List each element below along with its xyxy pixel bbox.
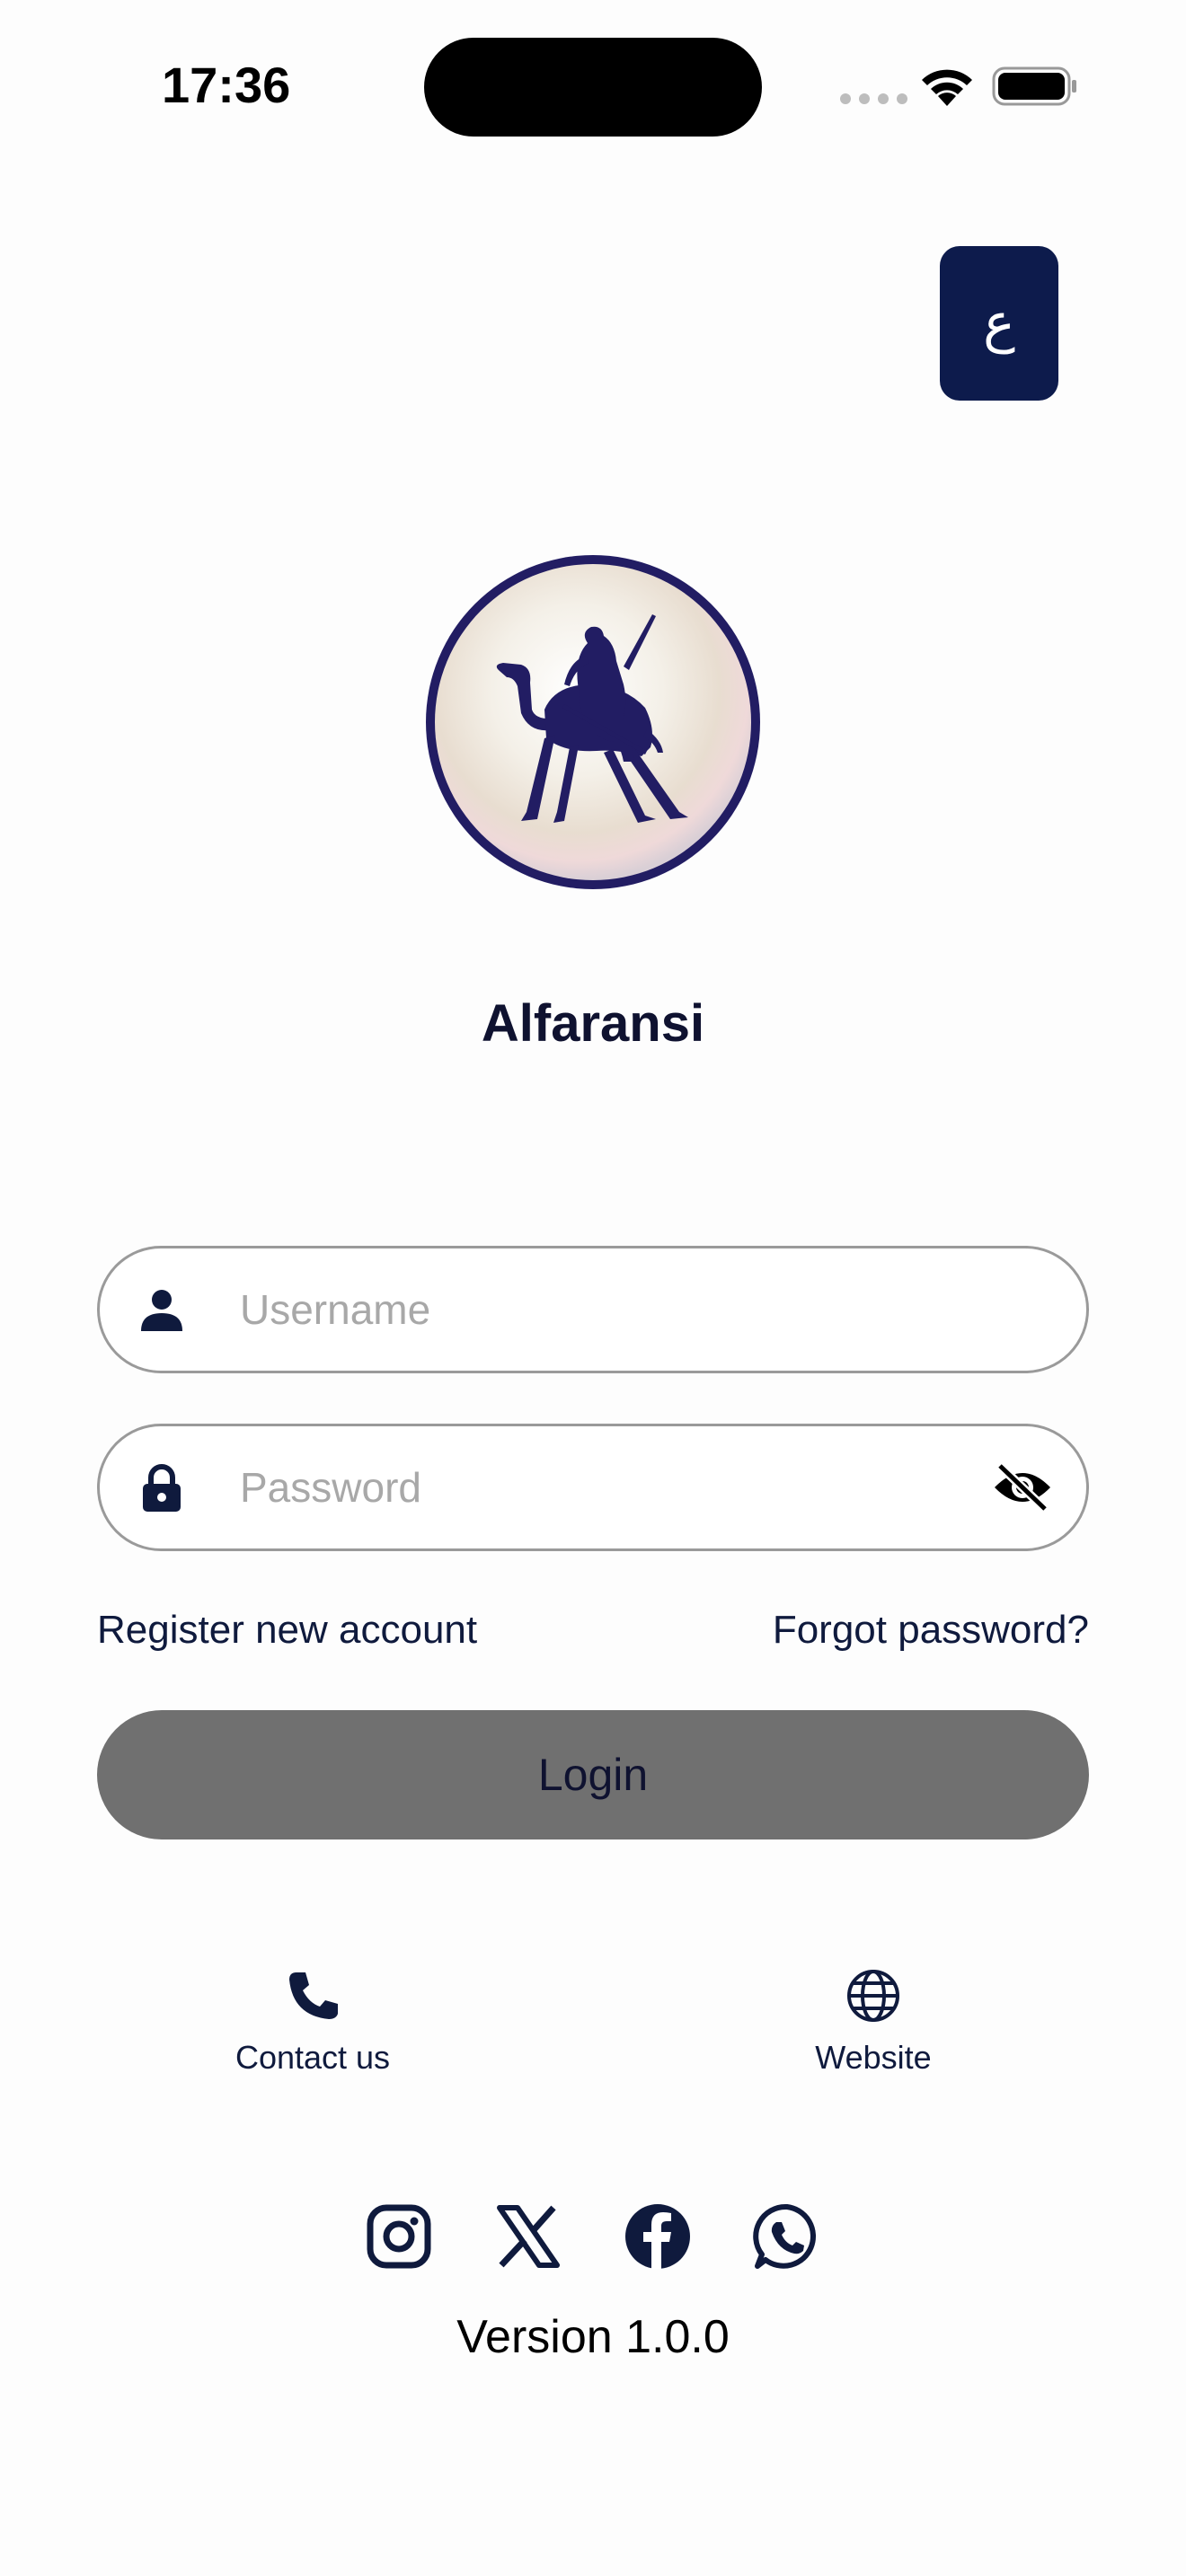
person-icon — [141, 1290, 182, 1331]
version-label: Version 1.0.0 — [456, 2311, 730, 2363]
status-time: 17:36 — [162, 57, 291, 113]
website-button[interactable]: Website — [739, 1967, 1008, 2077]
instagram-icon[interactable] — [365, 2202, 433, 2271]
eye-off-icon[interactable] — [991, 1460, 1054, 1514]
forgot-password-link[interactable]: Forgot password? — [773, 1608, 1089, 1653]
x-icon[interactable] — [494, 2202, 562, 2271]
battery-icon — [992, 66, 1076, 106]
wifi-icon — [922, 69, 972, 106]
dynamic-island — [424, 38, 762, 137]
facebook-icon[interactable] — [624, 2202, 692, 2271]
globe-icon — [847, 1970, 899, 2022]
password-input[interactable] — [240, 1426, 959, 1548]
language-toggle-button[interactable]: ع — [940, 246, 1058, 401]
cellular-signal-icon — [840, 93, 907, 104]
contact-us-label: Contact us — [235, 2039, 391, 2076]
username-input[interactable] — [240, 1248, 959, 1371]
login-button[interactable]: Login — [97, 1710, 1089, 1839]
contact-us-button[interactable]: Contact us — [178, 1967, 447, 2077]
lock-icon — [143, 1464, 181, 1512]
alfaransi-logo — [426, 555, 760, 889]
website-label: Website — [815, 2039, 932, 2076]
username-field[interactable] — [97, 1246, 1089, 1373]
whatsapp-icon[interactable] — [753, 2202, 821, 2271]
register-link[interactable]: Register new account — [97, 1608, 477, 1653]
phone-icon — [289, 1972, 338, 2019]
brand-title: Alfaransi — [481, 994, 705, 1053]
password-field[interactable] — [97, 1424, 1089, 1551]
